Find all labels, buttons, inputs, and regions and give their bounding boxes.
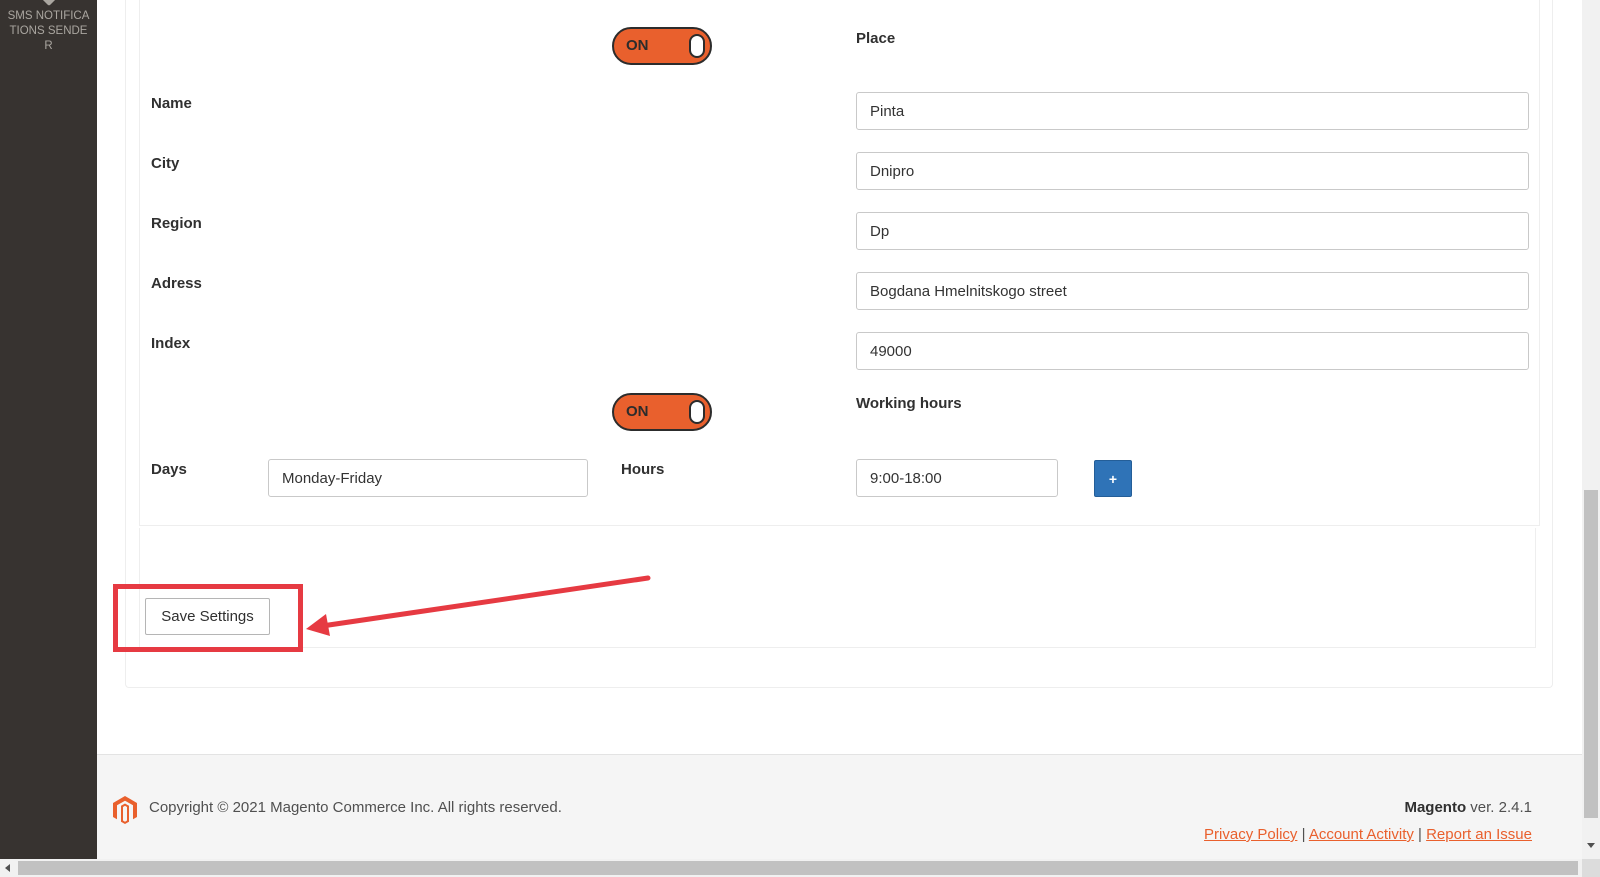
account-activity-link[interactable]: Account Activity (1309, 826, 1414, 843)
index-input[interactable] (856, 332, 1529, 370)
annotation-arrow (306, 575, 651, 636)
magento-logo-icon (113, 796, 137, 824)
sidebar-item-label: SMS NOTIFICATIONS SENDER (7, 10, 90, 52)
working-hours-toggle[interactable]: ON (612, 393, 712, 431)
horizontal-scroll-thumb[interactable] (18, 861, 1578, 875)
add-working-hours-button[interactable]: + (1094, 460, 1132, 497)
diamond-icon (41, 0, 57, 7)
address-label: Adress (151, 275, 202, 292)
scroll-down-arrow-icon[interactable] (1587, 843, 1595, 848)
toggle-state-label: ON (626, 37, 649, 54)
copyright-text: Copyright © 2021 Magento Commerce Inc. A… (149, 799, 562, 816)
days-input[interactable] (268, 459, 588, 497)
version-number: ver. 2.4.1 (1466, 799, 1532, 816)
page-footer: Copyright © 2021 Magento Commerce Inc. A… (97, 754, 1582, 859)
name-label: Name (151, 95, 192, 112)
place-heading: Place (856, 30, 896, 47)
admin-sidebar: SMS NOTIFICATIONS SENDER (0, 0, 97, 859)
place-toggle[interactable]: ON (612, 27, 712, 65)
name-input[interactable] (856, 92, 1529, 130)
report-issue-link[interactable]: Report an Issue (1426, 826, 1532, 843)
city-input[interactable] (856, 152, 1529, 190)
vertical-scroll-thumb[interactable] (1584, 490, 1598, 818)
region-input[interactable] (856, 212, 1529, 250)
working-hours-heading: Working hours (856, 395, 962, 412)
privacy-policy-link[interactable]: Privacy Policy (1204, 826, 1297, 843)
scroll-left-arrow-icon[interactable] (5, 864, 10, 872)
scrollbar-corner (1582, 859, 1600, 877)
place-panel (139, 0, 1540, 526)
city-label: City (151, 155, 180, 172)
vertical-scrollbar[interactable] (1582, 0, 1600, 859)
address-input[interactable] (856, 272, 1529, 310)
hours-input[interactable] (856, 459, 1058, 497)
sidebar-item-sms-notifications-sender[interactable]: SMS NOTIFICATIONS SENDER (0, 0, 97, 60)
hours-label: Hours (621, 461, 665, 478)
annotation-highlight-box (113, 584, 303, 652)
days-label: Days (151, 461, 187, 478)
toggle-knob (689, 400, 705, 424)
version-text: Magento ver. 2.4.1 (1404, 799, 1532, 816)
index-label: Index (151, 335, 191, 352)
footer-links: Privacy Policy | Account Activity | Repo… (1204, 826, 1532, 843)
toggle-state-label: ON (626, 403, 649, 420)
link-separator: | (1297, 826, 1309, 843)
region-label: Region (151, 215, 202, 232)
toggle-knob (689, 34, 705, 58)
horizontal-scrollbar[interactable] (0, 859, 1600, 877)
version-brand: Magento (1404, 799, 1467, 816)
link-separator: | (1413, 826, 1427, 843)
